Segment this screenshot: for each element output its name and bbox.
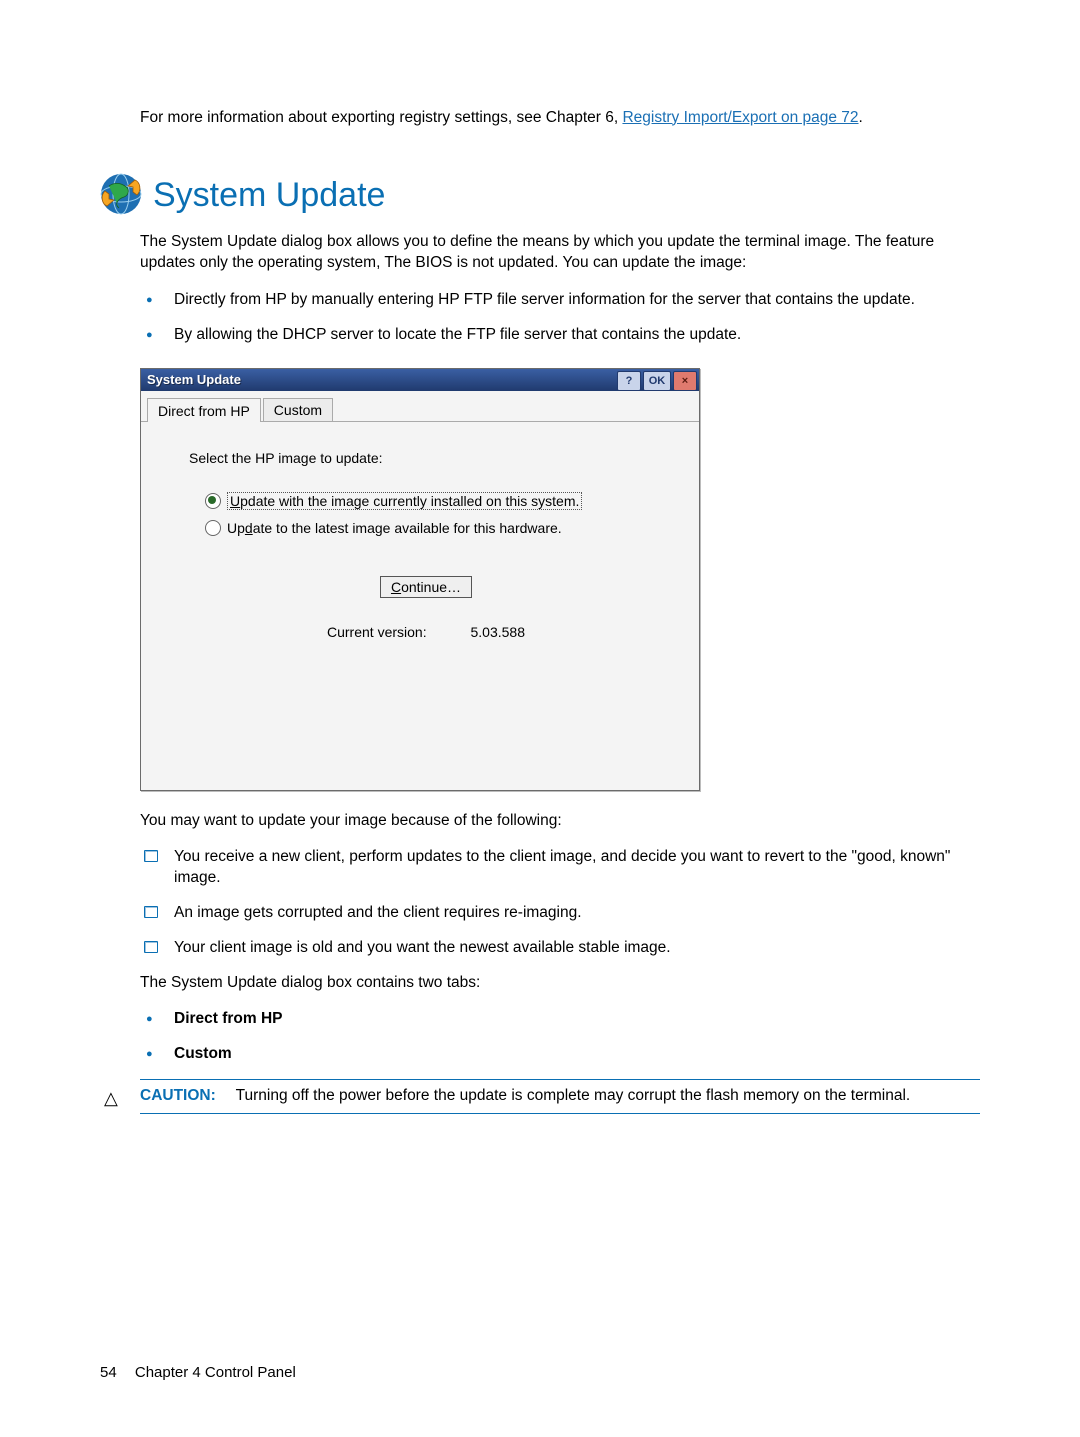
system-update-globe-icon: [95, 166, 147, 218]
radio-update-current[interactable]: Update with the image currently installe…: [205, 492, 663, 510]
close-button[interactable]: ×: [673, 371, 697, 391]
list-item: Custom: [140, 1044, 980, 1065]
page-number: 54: [100, 1364, 117, 1381]
chapter-label: Chapter 4 Control Panel: [135, 1364, 296, 1381]
list-item: By allowing the DHCP server to locate th…: [140, 325, 980, 346]
list-item: You receive a new client, perform update…: [140, 847, 980, 889]
dialog-titlebar: System Update ? OK ×: [141, 369, 699, 391]
registry-import-export-link[interactable]: Registry Import/Export on page 72: [622, 109, 858, 126]
radio-icon: [205, 520, 221, 536]
caution-label: CAUTION:: [140, 1087, 216, 1104]
help-button[interactable]: ?: [617, 371, 641, 391]
page-footer: 54 Chapter 4 Control Panel: [100, 1364, 296, 1381]
caution-block: △ CAUTION: Turning off the power before …: [140, 1079, 980, 1114]
tab-panel-direct: Select the HP image to update: Update wi…: [141, 422, 699, 790]
current-version-row: Current version: 5.03.588: [189, 624, 663, 640]
radio-label: Update to the latest image available for…: [227, 520, 562, 536]
caution-body: Turning off the power before the update …: [236, 1087, 911, 1104]
tab-custom[interactable]: Custom: [263, 398, 333, 421]
radio-update-latest[interactable]: Update to the latest image available for…: [205, 520, 663, 536]
list-item: Your client image is old and you want th…: [140, 938, 980, 959]
radio-icon: [205, 493, 221, 509]
caution-text: [220, 1087, 236, 1104]
current-version-label: Current version:: [327, 624, 427, 640]
update-methods-list: Directly from HP by manually entering HP…: [140, 290, 980, 346]
reasons-intro-paragraph: You may want to update your image becaus…: [140, 811, 980, 832]
system-update-dialog: System Update ? OK × Direct from HP Cust…: [140, 368, 700, 791]
current-version-value: 5.03.588: [470, 624, 525, 640]
continue-button[interactable]: Continue…: [380, 576, 472, 598]
list-item: An image gets corrupted and the client r…: [140, 903, 980, 924]
reasons-list: You receive a new client, perform update…: [140, 847, 980, 959]
list-item: Directly from HP by manually entering HP…: [140, 290, 980, 311]
dialog-title: System Update: [141, 369, 617, 391]
prompt-label: Select the HP image to update:: [189, 450, 663, 466]
section-heading: System Update: [153, 170, 385, 215]
tabs-intro-paragraph: The System Update dialog box contains tw…: [140, 973, 980, 994]
intro-text-post: .: [859, 109, 863, 126]
tabstrip: Direct from HP Custom: [141, 391, 699, 422]
description-paragraph: The System Update dialog box allows you …: [140, 232, 980, 274]
intro-paragraph: For more information about exporting reg…: [140, 108, 980, 129]
tabs-names-list: Direct from HP Custom: [140, 1009, 980, 1065]
heading-row: System Update: [95, 166, 980, 218]
tab-direct-from-hp[interactable]: Direct from HP: [147, 398, 261, 422]
ok-button[interactable]: OK: [643, 371, 671, 391]
intro-text-pre: For more information about exporting reg…: [140, 109, 622, 126]
list-item: Direct from HP: [140, 1009, 980, 1030]
radio-label: Update with the image currently installe…: [227, 492, 582, 510]
caution-icon: △: [104, 1086, 118, 1110]
